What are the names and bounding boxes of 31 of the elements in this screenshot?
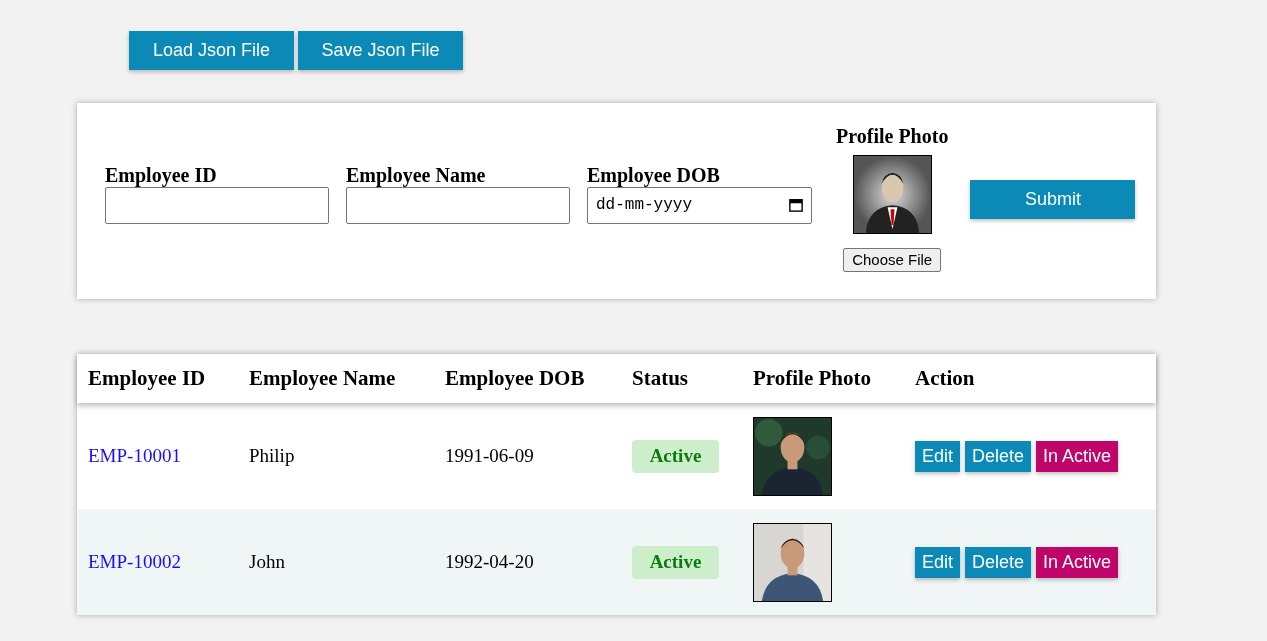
choose-file-button[interactable]: Choose File xyxy=(843,248,942,272)
field-label: Employee DOB xyxy=(587,162,721,187)
calendar-icon[interactable] xyxy=(789,198,803,212)
load-button[interactable]: Load Json File xyxy=(129,31,294,70)
column-header: Profile Photo xyxy=(753,364,872,392)
delete-button[interactable]: Delete xyxy=(965,546,1032,578)
status-badge: Active xyxy=(632,439,719,473)
column-header: Action xyxy=(915,364,976,392)
status-badge: Active xyxy=(632,545,719,579)
avatar-icon xyxy=(852,155,932,234)
table-cell-text: 1991-06-09 xyxy=(445,443,535,468)
edit-button[interactable]: Edit xyxy=(915,546,961,578)
input-field[interactable] xyxy=(346,186,570,224)
photo-label: Profile Photo xyxy=(836,124,949,148)
date-field[interactable]: dd-mm-yyyy xyxy=(587,186,812,224)
employee-id-link[interactable]: EMP-10001 xyxy=(88,441,249,471)
employee-id-link[interactable]: EMP-10002 xyxy=(88,547,249,577)
column-header: Employee Name xyxy=(249,364,397,392)
delete-button[interactable]: Delete xyxy=(965,440,1032,472)
table-cell-text: Philip xyxy=(249,443,296,468)
field-label: Employee Name xyxy=(346,162,487,187)
submit-button[interactable]: Submit xyxy=(970,179,1136,219)
column-header: Status xyxy=(632,364,690,392)
input-field[interactable] xyxy=(105,186,329,224)
save-button[interactable]: Save Json File xyxy=(298,31,463,70)
column-header: Employee ID xyxy=(88,364,207,392)
column-header: Employee DOB xyxy=(445,364,586,392)
table-cell-text: John xyxy=(249,549,286,574)
edit-button[interactable]: Edit xyxy=(915,440,961,472)
field-label: Employee ID xyxy=(105,162,218,187)
table-cell-text: 1992-04-20 xyxy=(445,549,535,574)
